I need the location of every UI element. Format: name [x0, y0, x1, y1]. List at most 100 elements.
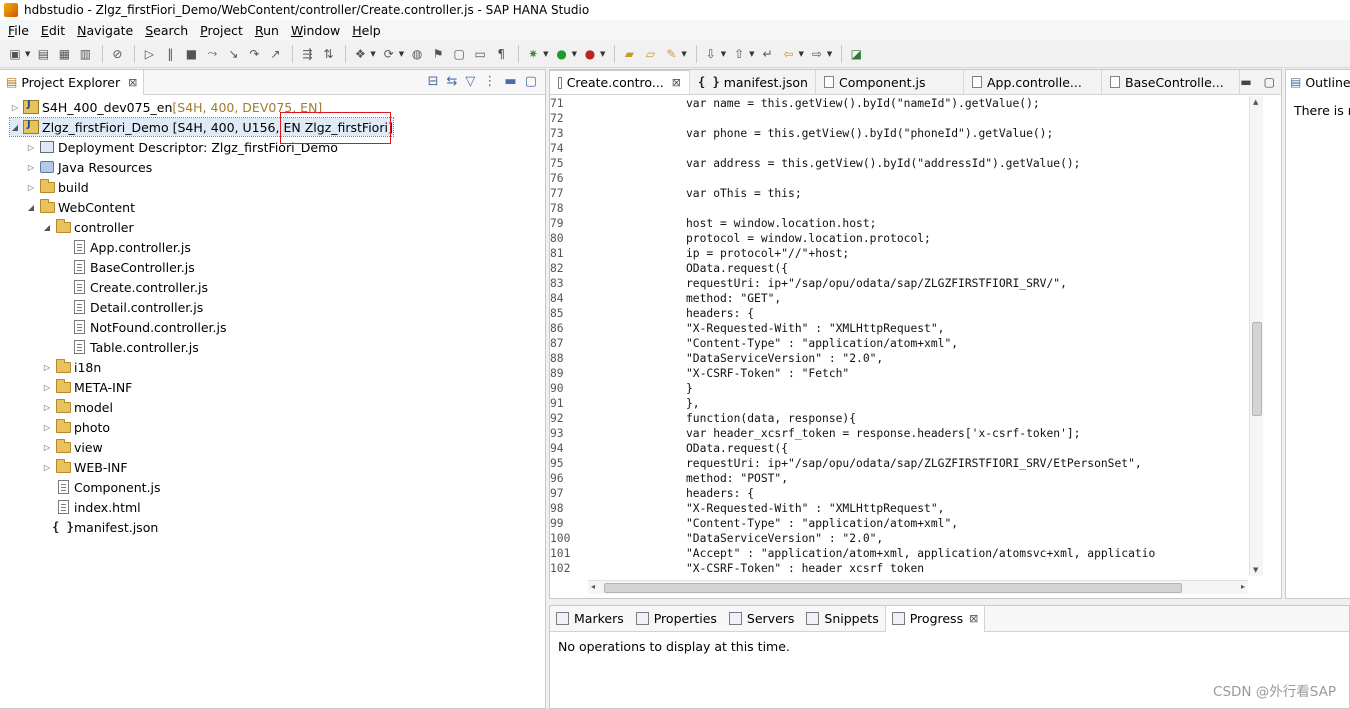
- tree-item[interactable]: index.html: [42, 498, 141, 516]
- new-icon[interactable]: ▣: [6, 45, 24, 63]
- tree-item[interactable]: ▷ i18n: [42, 358, 101, 376]
- drop-to-frame-icon[interactable]: ⇅: [319, 45, 337, 63]
- tab-outline[interactable]: ▤ Outline: [1286, 69, 1350, 95]
- menu-file[interactable]: File: [2, 23, 35, 38]
- tree-item[interactable]: Component.js: [42, 478, 161, 496]
- minimize-icon[interactable]: ▬: [504, 74, 516, 89]
- tree-item[interactable]: Table.controller.js: [58, 338, 199, 356]
- new-server-dropdown-icon[interactable]: ▼: [370, 50, 375, 58]
- tree-item[interactable]: ▷ view: [42, 438, 103, 456]
- tree-item[interactable]: { } manifest.json: [42, 518, 158, 536]
- menu-window[interactable]: Window: [285, 23, 346, 38]
- collapse-arrow-icon[interactable]: ◢: [26, 203, 36, 212]
- tree-item[interactable]: Create.controller.js: [58, 278, 208, 296]
- tab-markers[interactable]: Markers: [550, 606, 630, 632]
- save-icon[interactable]: ▤: [34, 45, 52, 63]
- print-icon[interactable]: ▥: [76, 45, 94, 63]
- pilcrow-icon[interactable]: ¶: [492, 45, 510, 63]
- search-icon[interactable]: ✎: [662, 45, 680, 63]
- previous-annotation-icon[interactable]: ⇧: [730, 45, 748, 63]
- new-server-icon[interactable]: ❖: [351, 45, 369, 63]
- step-return-icon[interactable]: ↗: [266, 45, 284, 63]
- expand-arrow-icon[interactable]: ▷: [26, 183, 36, 192]
- forward-icon[interactable]: ⇨: [808, 45, 826, 63]
- suspend-icon[interactable]: ‖: [161, 45, 179, 63]
- editor-tab-2[interactable]: Component.js: [816, 70, 964, 94]
- back-icon[interactable]: ⇦: [780, 45, 798, 63]
- tab-progress[interactable]: Progress ⊠: [884, 605, 986, 632]
- open-perspective-icon[interactable]: ▢: [450, 45, 468, 63]
- resume-icon[interactable]: ▷: [140, 45, 158, 63]
- scrollbar-thumb[interactable]: [1252, 322, 1262, 416]
- run-dropdown-icon[interactable]: ▼: [572, 50, 577, 58]
- connect-icon[interactable]: ⟳: [380, 45, 398, 63]
- tree-item[interactable]: ▷ WEB-INF: [42, 458, 128, 476]
- expand-arrow-icon[interactable]: ▷: [26, 143, 36, 152]
- debug-icon[interactable]: ✷: [524, 45, 542, 63]
- horizontal-scrollbar[interactable]: ◂ ▸: [588, 580, 1248, 594]
- tree-item[interactable]: ▷ META-INF: [42, 378, 132, 396]
- scroll-right-icon[interactable]: ▸: [1241, 582, 1245, 591]
- step-over-icon[interactable]: ↷: [245, 45, 263, 63]
- last-edit-icon[interactable]: ↵: [759, 45, 777, 63]
- vertical-scrollbar[interactable]: ▲ ▼: [1249, 96, 1263, 576]
- scroll-up-icon[interactable]: ▲: [1253, 98, 1258, 106]
- terminate-icon[interactable]: ■: [182, 45, 200, 63]
- expand-arrow-icon[interactable]: ▷: [42, 383, 52, 392]
- close-icon[interactable]: ⊠: [969, 612, 978, 625]
- scroll-left-icon[interactable]: ◂: [591, 582, 595, 591]
- tree-item[interactable]: BaseController.js: [58, 258, 195, 276]
- expand-arrow-icon[interactable]: ▷: [42, 443, 52, 452]
- disconnect-icon[interactable]: ⤳: [203, 45, 221, 63]
- new-dropdown-icon[interactable]: ▼: [25, 50, 30, 58]
- menu-search[interactable]: Search: [139, 23, 194, 38]
- tree-item[interactable]: NotFound.controller.js: [58, 318, 227, 336]
- maximize-icon[interactable]: ▢: [1264, 75, 1275, 89]
- menu-run[interactable]: Run: [249, 23, 285, 38]
- expand-arrow-icon[interactable]: ▷: [10, 103, 20, 112]
- close-icon[interactable]: ⊠: [128, 76, 137, 89]
- expand-arrow-icon[interactable]: ▷: [26, 163, 36, 172]
- search-dropdown-icon[interactable]: ▼: [681, 50, 686, 58]
- editor-tab-1[interactable]: { } manifest.json: [690, 70, 816, 94]
- scroll-down-icon[interactable]: ▼: [1253, 566, 1258, 574]
- tree-item[interactable]: Detail.controller.js: [58, 298, 203, 316]
- tree-item[interactable]: ▷S4H_400_dev075_en [S4H, 400, DEV075, EN…: [10, 98, 322, 116]
- editor-tab-3[interactable]: App.controlle...: [964, 70, 1102, 94]
- view-menu-icon[interactable]: ⋮: [483, 74, 496, 89]
- open-task-icon[interactable]: ▱: [641, 45, 659, 63]
- tab-properties[interactable]: Properties: [630, 606, 723, 632]
- back-dropdown-icon[interactable]: ▼: [799, 50, 804, 58]
- expand-arrow-icon[interactable]: ▷: [42, 423, 52, 432]
- scrollbar-thumb[interactable]: [604, 583, 1182, 593]
- menu-navigate[interactable]: Navigate: [71, 23, 139, 38]
- tree-item[interactable]: ▷ photo: [42, 418, 110, 436]
- tab-snippets[interactable]: Snippets: [800, 606, 884, 632]
- external-tools-icon[interactable]: ●: [581, 45, 599, 63]
- expand-arrow-icon[interactable]: ▷: [42, 463, 52, 472]
- menu-project[interactable]: Project: [194, 23, 249, 38]
- tree-item[interactable]: ◢ controller: [42, 218, 134, 236]
- next-annotation-icon[interactable]: ⇩: [702, 45, 720, 63]
- collapse-all-icon[interactable]: ⊟: [428, 74, 439, 89]
- editor-tab-0[interactable]: Create.contro... ⊠: [550, 70, 690, 94]
- globe-icon[interactable]: ◍: [408, 45, 426, 63]
- external-tools-dropdown-icon[interactable]: ▼: [600, 50, 605, 58]
- expand-arrow-icon[interactable]: ▷: [42, 403, 52, 412]
- connect-dropdown-icon[interactable]: ▼: [399, 50, 404, 58]
- expand-arrow-icon[interactable]: ▷: [42, 363, 52, 372]
- collapse-arrow-icon[interactable]: ◢: [42, 223, 52, 232]
- use-step-filters-icon[interactable]: ⇶: [298, 45, 316, 63]
- skip-breakpoints-icon[interactable]: ⊘: [108, 45, 126, 63]
- forward-dropdown-icon[interactable]: ▼: [827, 50, 832, 58]
- tree-item[interactable]: ▷ model: [42, 398, 113, 416]
- editor-tab-4[interactable]: BaseControlle...: [1102, 70, 1240, 94]
- link-with-editor-icon[interactable]: ⇆: [447, 74, 458, 89]
- tree-item[interactable]: App.controller.js: [58, 238, 191, 256]
- filter-icon[interactable]: ▽: [465, 74, 475, 89]
- tab-project-explorer[interactable]: ▤ Project Explorer ⊠: [0, 69, 145, 95]
- menu-edit[interactable]: Edit: [35, 23, 71, 38]
- close-icon[interactable]: ⊠: [672, 76, 681, 89]
- minimize-icon[interactable]: ▬: [1240, 75, 1251, 89]
- next-annotation-dropdown-icon[interactable]: ▼: [721, 50, 726, 58]
